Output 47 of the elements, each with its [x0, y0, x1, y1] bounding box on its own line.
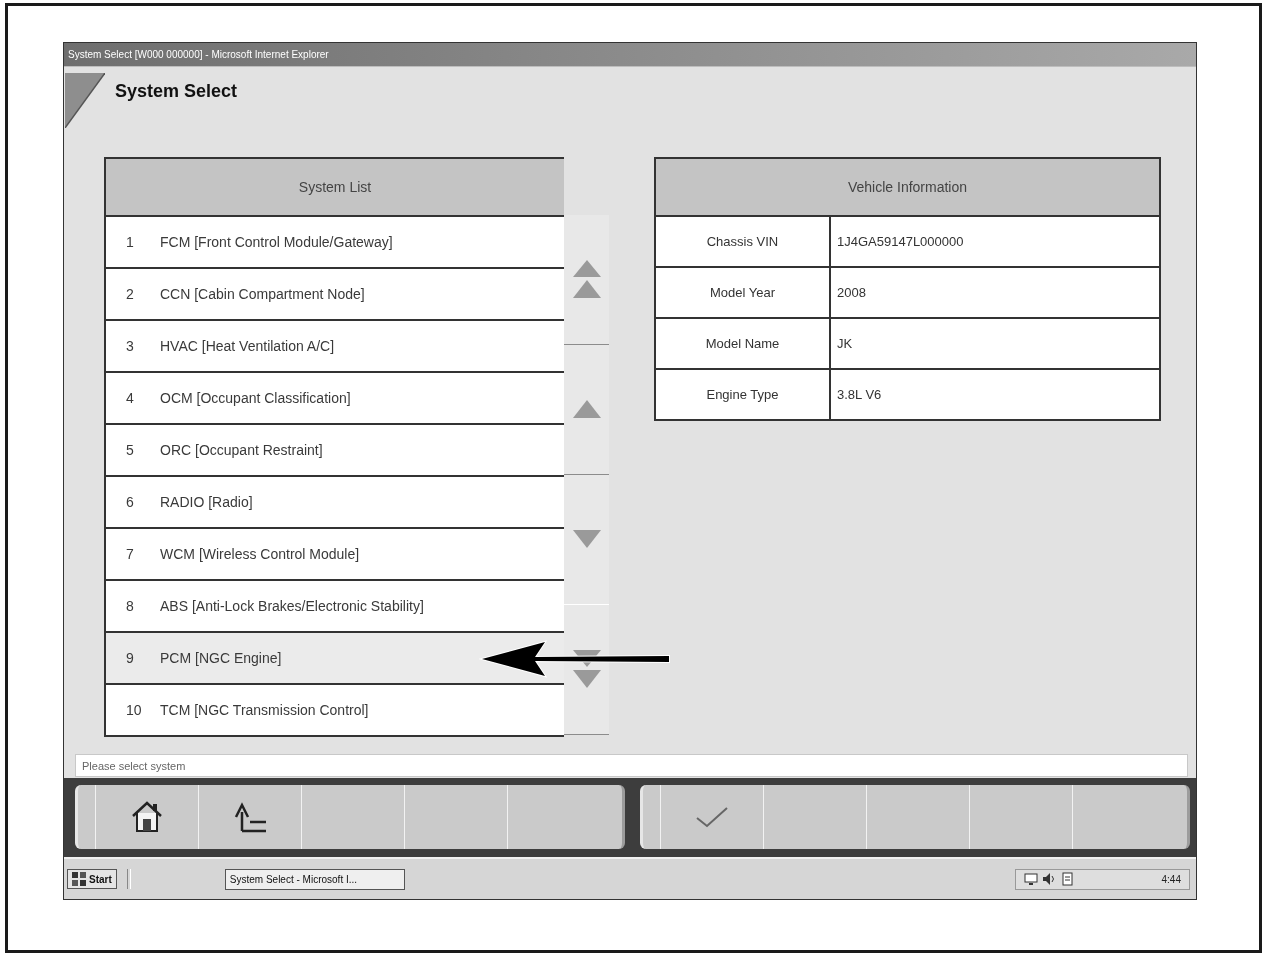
- status-message: Please select system: [82, 759, 186, 772]
- window-title: System Select [W000 000000] - Microsoft Internet Explorer: [68, 48, 329, 60]
- label-cell: Model Year: [656, 267, 831, 317]
- value-cell-text: JK: [836, 334, 854, 353]
- windows-logo-icon: [72, 872, 86, 887]
- system-name: PCM [NGC Engine]: [160, 649, 282, 666]
- row-number: 9: [126, 649, 135, 666]
- system-name: HVAC [Heat Ventilation A/C]: [160, 337, 335, 354]
- row-number: 2: [126, 285, 135, 302]
- value-cell-text: 3.8L V6: [836, 385, 883, 404]
- system-name: RADIO [Radio]: [160, 493, 253, 510]
- start-button[interactable]: Start: [67, 869, 117, 890]
- system-name: ORC [Occupant Restraint]: [160, 441, 323, 458]
- label-cell: Engine Type: [656, 369, 831, 419]
- table-heading: Vehicle Information: [847, 178, 968, 195]
- house-icon: [131, 800, 163, 835]
- triangle-down-icon: [572, 530, 601, 549]
- row-number: 3: [126, 337, 135, 354]
- label-cell: Chassis VIN: [656, 216, 831, 266]
- arrow-up-tray-icon: [232, 801, 268, 834]
- value-cell-text: 1J4GA59147L000000: [836, 232, 965, 251]
- system-name: TCM [NGC Transmission Control]: [160, 701, 369, 718]
- row-number: 7: [126, 545, 135, 562]
- corner-wedge-icon: [65, 72, 105, 128]
- double-triangle-up-icon: [572, 260, 601, 299]
- system-name: CCN [Cabin Compartment Node]: [160, 285, 365, 302]
- system-name: ABS [Anti-Lock Brakes/Electronic Stability]: [160, 597, 424, 614]
- taskbar-window-button[interactable]: System Select - Microsoft I...: [224, 868, 405, 890]
- system-name: WCM [Wireless Control Module]: [160, 545, 360, 562]
- system-name: FCM [Front Control Module/Gateway]: [160, 233, 393, 250]
- monitor-icon[interactable]: [1024, 872, 1038, 887]
- row-number: 6: [126, 493, 135, 510]
- row-number: 1: [126, 233, 135, 250]
- page-heading: System Select: [115, 80, 238, 102]
- system-name: OCM [Occupant Classification]: [160, 389, 351, 406]
- list-heading: System List: [298, 178, 372, 195]
- row-number: 10: [126, 701, 143, 718]
- value-cell-text: 2008: [836, 283, 867, 302]
- speaker-icon[interactable]: [1042, 872, 1056, 887]
- row-number: 8: [126, 597, 135, 614]
- row-number: 5: [126, 441, 135, 458]
- triangle-up-icon: [572, 400, 601, 419]
- double-triangle-down-icon: [572, 650, 601, 689]
- label-cell: Model Name: [656, 318, 831, 368]
- clock: 4:44: [1161, 873, 1181, 885]
- row-number: 4: [126, 389, 135, 406]
- check-icon: [695, 806, 729, 829]
